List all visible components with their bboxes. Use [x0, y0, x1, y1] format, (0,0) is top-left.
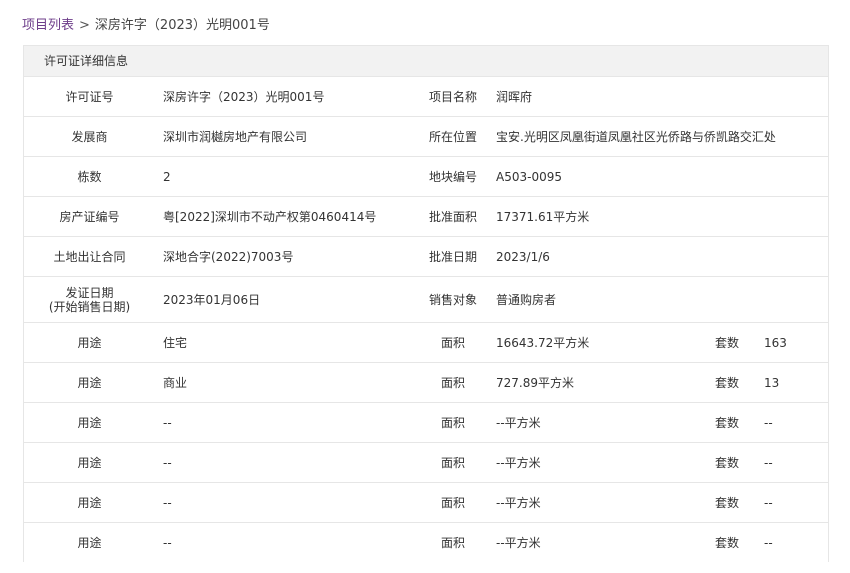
usage-value: 商业 — [155, 362, 418, 403]
usage-label: 用途 — [24, 442, 155, 483]
table-row: 栋数 2 地块编号 A503-0095 — [24, 156, 829, 197]
area-label: 面积 — [418, 442, 488, 483]
unit-count-label: 套数 — [698, 482, 756, 523]
issue-date-value: 2023年01月06日 — [155, 276, 418, 323]
area-value: 727.89平方米 — [488, 362, 698, 403]
developer-label: 发展商 — [24, 116, 155, 157]
building-count-value: 2 — [155, 156, 418, 197]
permit-number-label: 许可证号 — [24, 76, 155, 117]
approval-date-label: 批准日期 — [418, 236, 488, 277]
unit-count-value: -- — [756, 402, 829, 443]
sales-target-label: 销售对象 — [418, 276, 488, 323]
sales-target-value: 普通购房者 — [488, 276, 829, 323]
table-row: 发证日期 (开始销售日期) 2023年01月06日 销售对象 普通购房者 — [24, 276, 829, 323]
area-label: 面积 — [418, 322, 488, 363]
property-cert-label: 房产证编号 — [24, 196, 155, 237]
usage-label: 用途 — [24, 482, 155, 523]
usage-label: 用途 — [24, 322, 155, 363]
table-row: 房产证编号 粤[2022]深圳市不动产权第0460414号 批准面积 17371… — [24, 196, 829, 237]
usage-label: 用途 — [24, 522, 155, 562]
approved-area-label: 批准面积 — [418, 196, 488, 237]
table-row: 发展商 深圳市润樾房地产有限公司 所在位置 宝安.光明区凤凰街道凤凰社区光侨路与… — [24, 116, 829, 157]
breadcrumb: 项目列表 > 深房许字（2023）光明001号 — [22, 16, 270, 36]
area-value: 16643.72平方米 — [488, 322, 698, 363]
area-label: 面积 — [418, 362, 488, 403]
land-contract-value: 深地合字(2022)7003号 — [155, 236, 418, 277]
approval-date-value: 2023/1/6 — [488, 236, 829, 277]
unit-count-value: -- — [756, 522, 829, 562]
usage-value: -- — [155, 482, 418, 523]
table-row: 用途 商业 面积 727.89平方米 套数 13 — [24, 362, 829, 403]
usage-label: 用途 — [24, 402, 155, 443]
area-label: 面积 — [418, 522, 488, 562]
permit-detail-panel: 许可证详细信息 许可证号 深房许字（2023）光明001号 项目名称 润晖府 发… — [23, 45, 829, 562]
location-label: 所在位置 — [418, 116, 488, 157]
unit-count-label: 套数 — [698, 522, 756, 562]
table-row: 用途 -- 面积 --平方米 套数 -- — [24, 522, 829, 562]
unit-count-label: 套数 — [698, 402, 756, 443]
table-row: 用途 -- 面积 --平方米 套数 -- — [24, 442, 829, 483]
panel-title: 许可证详细信息 — [24, 45, 828, 76]
unit-count-value: 13 — [756, 362, 829, 403]
area-value: --平方米 — [488, 442, 698, 483]
issue-date-label-line2: (开始销售日期) — [48, 299, 131, 314]
area-value: --平方米 — [488, 522, 698, 562]
table-row: 许可证号 深房许字（2023）光明001号 项目名称 润晖府 — [24, 76, 829, 117]
area-value: --平方米 — [488, 402, 698, 443]
property-cert-value: 粤[2022]深圳市不动产权第0460414号 — [155, 196, 418, 237]
developer-value: 深圳市润樾房地产有限公司 — [155, 116, 418, 157]
permit-detail-table: 许可证号 深房许字（2023）光明001号 项目名称 润晖府 发展商 深圳市润樾… — [24, 76, 829, 562]
land-contract-label: 土地出让合同 — [24, 236, 155, 277]
unit-count-value: -- — [756, 482, 829, 523]
issue-date-label: 发证日期 (开始销售日期) — [24, 276, 155, 323]
table-row: 土地出让合同 深地合字(2022)7003号 批准日期 2023/1/6 — [24, 236, 829, 277]
plot-number-value: A503-0095 — [488, 156, 829, 197]
breadcrumb-project-list-link[interactable]: 项目列表 — [22, 18, 74, 33]
project-name-value: 润晖府 — [488, 76, 829, 117]
area-value: --平方米 — [488, 482, 698, 523]
project-name-label: 项目名称 — [418, 76, 488, 117]
table-row: 用途 -- 面积 --平方米 套数 -- — [24, 402, 829, 443]
usage-value: -- — [155, 522, 418, 562]
unit-count-label: 套数 — [698, 442, 756, 483]
unit-count-label: 套数 — [698, 362, 756, 403]
usage-value: -- — [155, 442, 418, 483]
breadcrumb-separator: > — [79, 18, 90, 33]
location-value: 宝安.光明区凤凰街道凤凰社区光侨路与侨凯路交汇处 — [488, 116, 829, 157]
usage-label: 用途 — [24, 362, 155, 403]
table-row: 用途 住宅 面积 16643.72平方米 套数 163 — [24, 322, 829, 363]
permit-number-value: 深房许字（2023）光明001号 — [155, 76, 418, 117]
breadcrumb-current: 深房许字（2023）光明001号 — [94, 18, 270, 33]
table-row: 用途 -- 面积 --平方米 套数 -- — [24, 482, 829, 523]
area-label: 面积 — [418, 482, 488, 523]
usage-value: 住宅 — [155, 322, 418, 363]
issue-date-label-line1: 发证日期 — [65, 285, 114, 300]
plot-number-label: 地块编号 — [418, 156, 488, 197]
building-count-label: 栋数 — [24, 156, 155, 197]
unit-count-value: -- — [756, 442, 829, 483]
approved-area-value: 17371.61平方米 — [488, 196, 829, 237]
usage-value: -- — [155, 402, 418, 443]
unit-count-label: 套数 — [698, 322, 756, 363]
area-label: 面积 — [418, 402, 488, 443]
unit-count-value: 163 — [756, 322, 829, 363]
